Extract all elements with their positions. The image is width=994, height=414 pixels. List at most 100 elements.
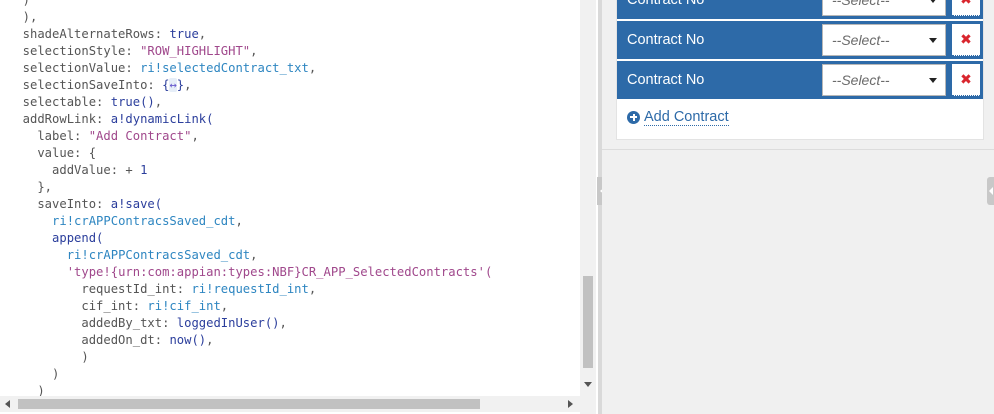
dropdown-value: --Select-- bbox=[832, 0, 890, 8]
code-line: }, bbox=[8, 179, 52, 196]
code-token: ri!selectedContract_txt bbox=[140, 61, 309, 75]
code-token: selectionSaveInto: bbox=[8, 78, 163, 92]
code-line: value: { bbox=[8, 145, 96, 162]
code-token: selectionValue: bbox=[8, 61, 141, 75]
scroll-left-arrow-icon[interactable] bbox=[5, 400, 10, 408]
code-token: loggedInUser() bbox=[176, 316, 280, 330]
delete-cell: ✖ bbox=[949, 21, 983, 59]
chevron-down-icon bbox=[929, 0, 937, 3]
code-line: addedBy_txt: loggedInUser(), bbox=[8, 315, 287, 332]
code-line: cif_int: ri!cif_int, bbox=[8, 298, 228, 315]
code-token: , bbox=[308, 282, 317, 296]
code-token: ) bbox=[8, 0, 31, 7]
code-line: selectionValue: ri!selectedContract_txt, bbox=[8, 60, 317, 77]
vertical-scrollbar[interactable] bbox=[580, 0, 596, 396]
code-token: requestId_int: bbox=[8, 282, 192, 296]
code-editor[interactable]: ) ), shadeAlternateRows: true, selection… bbox=[0, 0, 598, 414]
delete-icon: ✖ bbox=[960, 72, 972, 88]
code-line: ) bbox=[8, 383, 45, 396]
code-token: a!dynamicLink( bbox=[110, 112, 214, 126]
grid-row: Contract No --Select-- ✖ bbox=[617, 61, 983, 101]
code-line: ), bbox=[8, 9, 38, 26]
code-token: ) bbox=[8, 384, 45, 396]
code-line: ) bbox=[8, 366, 59, 383]
scroll-right-arrow-icon[interactable] bbox=[568, 400, 573, 408]
contract-dropdown[interactable]: --Select-- bbox=[822, 64, 946, 96]
code-token: value: { bbox=[8, 146, 97, 160]
code-line: addRowLink: a!dynamicLink( bbox=[8, 111, 214, 128]
code-token: now() bbox=[169, 333, 207, 347]
vertical-scroll-thumb[interactable] bbox=[583, 276, 593, 368]
grid-row: Contract No --Select-- ✖ bbox=[617, 21, 983, 61]
horizontal-scroll-thumb[interactable] bbox=[18, 399, 480, 409]
contract-dropdown[interactable]: --Select-- bbox=[822, 0, 946, 16]
code-line: append( bbox=[8, 230, 103, 247]
code-token: }, bbox=[8, 180, 53, 194]
code-token: append( bbox=[52, 231, 104, 245]
contract-select-cell: --Select-- bbox=[819, 0, 949, 19]
code-line: ri!crAPPContracsSaved_cdt, bbox=[8, 247, 258, 264]
code-token: true bbox=[169, 27, 199, 41]
code-token: label: bbox=[8, 129, 89, 143]
delete-row-button[interactable]: ✖ bbox=[952, 0, 980, 16]
contract-select-cell: --Select-- bbox=[819, 61, 949, 99]
code-token: addedBy_txt: bbox=[8, 316, 177, 330]
code-token: , bbox=[279, 316, 287, 330]
code-token: ri!crAPPContracsSaved_cdt bbox=[66, 248, 251, 262]
code-token: a!save( bbox=[110, 197, 163, 211]
divider bbox=[602, 149, 994, 150]
code-token: selectionStyle: bbox=[8, 44, 141, 58]
plus-circle-icon bbox=[627, 110, 640, 124]
code-area[interactable]: ) ), shadeAlternateRows: true, selection… bbox=[0, 0, 580, 396]
contract-dropdown[interactable]: --Select-- bbox=[822, 24, 946, 56]
preview-pane: Contract No --Select-- ✖ Contract No --S… bbox=[602, 0, 994, 414]
code-token: shadeAlternateRows: bbox=[8, 27, 170, 41]
chevron-down-icon bbox=[929, 38, 937, 43]
code-token: , bbox=[250, 44, 258, 58]
code-line: 'type!{urn:com:appian:types:NBF}CR_APP_S… bbox=[8, 264, 493, 281]
code-token: "ROW_HIGHLIGHT" bbox=[140, 44, 251, 58]
code-token: true() bbox=[110, 95, 155, 109]
code-token: , bbox=[198, 27, 207, 41]
code-token: "Add Contract" bbox=[88, 129, 192, 143]
delete-row-button[interactable]: ✖ bbox=[952, 24, 980, 56]
code-line: selectable: true(), bbox=[8, 94, 162, 111]
code-token: , bbox=[235, 214, 243, 228]
code-token: ) bbox=[8, 350, 89, 364]
collapse-preview-button[interactable] bbox=[987, 177, 994, 205]
code-line: ) bbox=[8, 0, 30, 9]
delete-row-button[interactable]: ✖ bbox=[952, 64, 980, 96]
add-contract-label: Add Contract bbox=[644, 108, 729, 126]
code-line: ri!crAPPContracsSaved_cdt, bbox=[8, 213, 243, 230]
horizontal-scrollbar[interactable] bbox=[0, 396, 580, 412]
contract-no-label: Contract No bbox=[617, 21, 819, 59]
code-token: , bbox=[154, 95, 163, 109]
scroll-down-arrow-icon[interactable] bbox=[584, 382, 592, 387]
code-token: ), bbox=[8, 10, 38, 24]
code-token: ri!cif_int bbox=[147, 299, 221, 313]
code-token: selectable: bbox=[8, 95, 111, 109]
code-line: selectionStyle: "ROW_HIGHLIGHT", bbox=[8, 43, 258, 60]
dropdown-value: --Select-- bbox=[832, 32, 890, 48]
code-token: 1 bbox=[140, 163, 148, 177]
code-line: shadeAlternateRows: true, bbox=[8, 26, 206, 43]
code-token: ) bbox=[8, 367, 60, 381]
delete-icon: ✖ bbox=[960, 0, 972, 8]
delete-icon: ✖ bbox=[960, 32, 972, 48]
code-token: cif_int: bbox=[8, 299, 148, 313]
code-token: , bbox=[308, 61, 317, 75]
code-token: saveInto: bbox=[8, 197, 111, 211]
delete-cell: ✖ bbox=[949, 0, 983, 19]
code-line: selectionSaveInto: {↔}, bbox=[8, 77, 191, 94]
code-token: addedOn_dt: bbox=[8, 333, 170, 347]
code-token: , bbox=[184, 78, 192, 92]
code-token: , bbox=[220, 299, 229, 313]
code-token: addValue: + bbox=[8, 163, 141, 177]
collapse-right-icon bbox=[989, 187, 993, 195]
code-token: ↔ bbox=[169, 78, 177, 92]
add-contract-link[interactable]: Add Contract bbox=[627, 107, 729, 127]
code-line: label: "Add Contract", bbox=[8, 128, 198, 145]
